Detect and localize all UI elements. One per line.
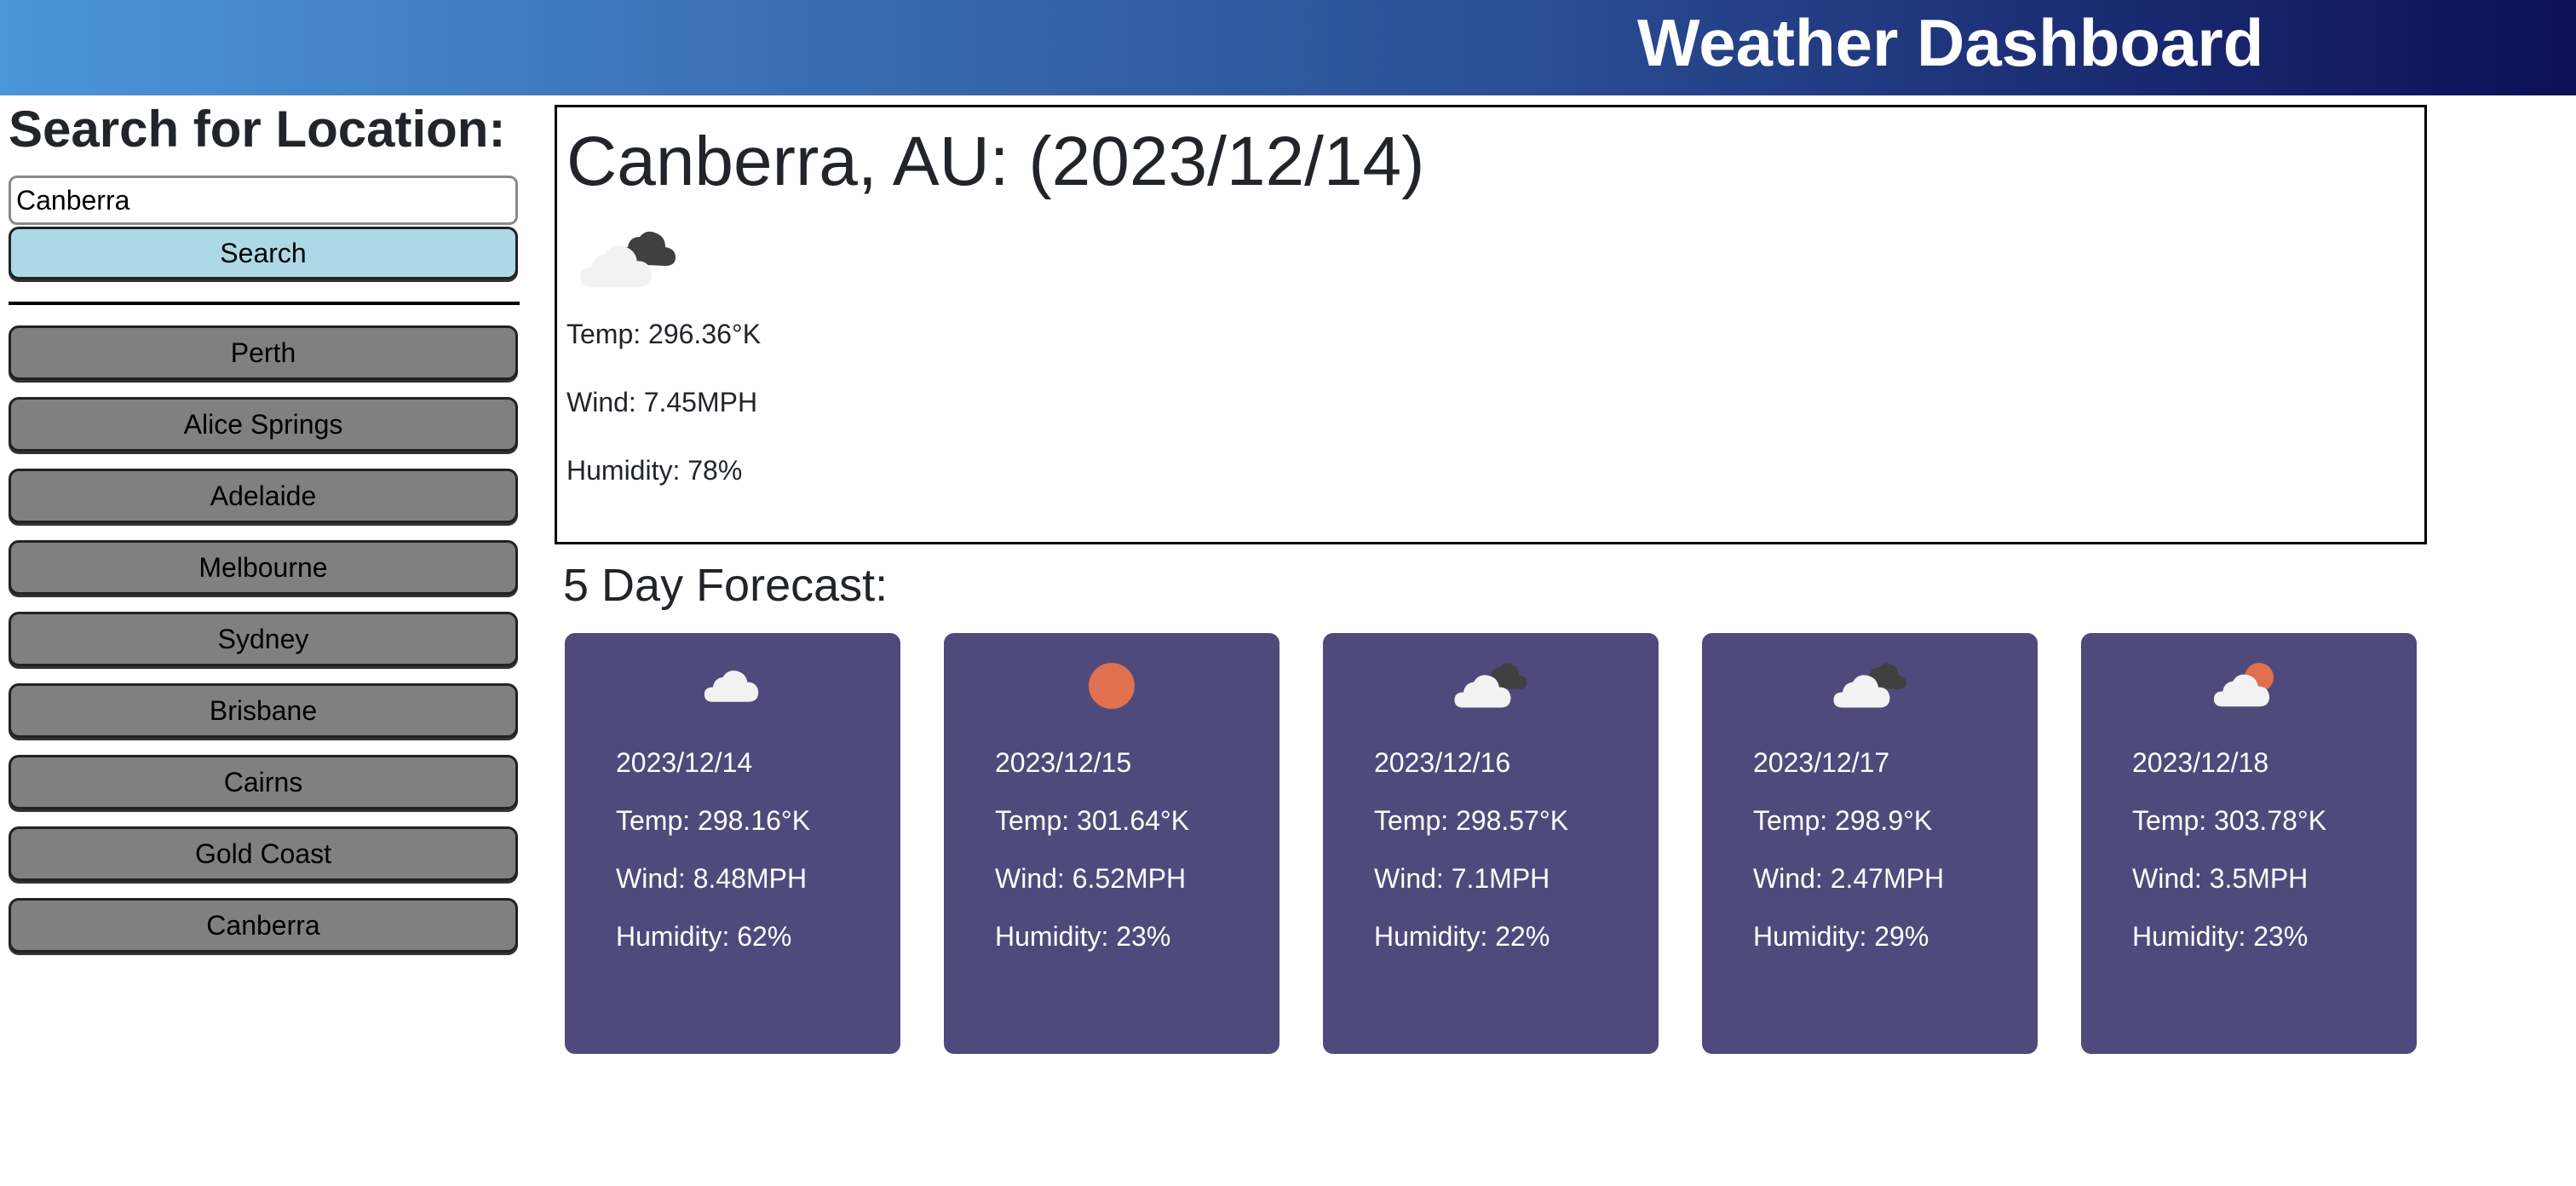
forecast-wind: Wind: 2.47MPH: [1753, 863, 1945, 894]
current-temp: Temp: 296.36°K: [566, 319, 762, 349]
broken-clouds-icon: [580, 231, 676, 287]
search-button[interactable]: Search: [9, 227, 518, 279]
history-button-alice-springs[interactable]: Alice Springs: [9, 397, 518, 452]
history-button-canberra[interactable]: Canberra: [9, 898, 518, 953]
forecast-heading: 5 Day Forecast:: [563, 560, 888, 611]
forecast-date: 2023/12/15: [995, 747, 1132, 778]
history-button-brisbane[interactable]: Brisbane: [9, 683, 518, 738]
forecast-temp: Temp: 298.16°K: [616, 805, 811, 836]
search-history: Perth Alice Springs Adelaide Melbourne S…: [9, 325, 520, 953]
forecast-humidity: Humidity: 22%: [1374, 921, 1550, 952]
divider: [9, 302, 520, 305]
current-humidity: Humidity: 78%: [566, 455, 743, 486]
sun-icon: [1089, 663, 1135, 709]
forecast-date: 2023/12/18: [2132, 747, 2269, 778]
partly-cloudy-icon: [2213, 663, 2274, 707]
forecast-wind: Wind: 7.1MPH: [1374, 863, 1550, 894]
search-heading: Search for Location:: [9, 101, 506, 158]
forecast-temp: Temp: 301.64°K: [995, 805, 1190, 836]
broken-clouds-icon: [1454, 663, 1527, 708]
forecast-card: 2023/12/18 Temp: 303.78°K Wind: 3.5MPH H…: [2081, 633, 2417, 1054]
forecast-date: 2023/12/14: [616, 747, 753, 778]
current-wind: Wind: 7.45MPH: [566, 387, 758, 417]
forecast-card: 2023/12/16 Temp: 298.57°K Wind: 7.1MPH H…: [1323, 633, 1659, 1054]
forecast-card: 2023/12/14 Temp: 298.16°K Wind: 8.48MPH …: [565, 633, 900, 1054]
forecast-date: 2023/12/17: [1753, 747, 1890, 778]
history-button-cairns[interactable]: Cairns: [9, 755, 518, 809]
search-input[interactable]: [9, 176, 518, 225]
forecast-date: 2023/12/16: [1374, 747, 1511, 778]
current-city-title: Canberra, AU: (2023/12/14): [566, 123, 1425, 200]
forecast-humidity: Humidity: 62%: [616, 921, 792, 952]
forecast-temp: Temp: 303.78°K: [2132, 805, 2327, 836]
forecast-wind: Wind: 8.48MPH: [616, 863, 808, 894]
history-button-melbourne[interactable]: Melbourne: [9, 540, 518, 595]
history-button-gold-coast[interactable]: Gold Coast: [9, 826, 518, 881]
forecast-card: 2023/12/17 Temp: 298.9°K Wind: 2.47MPH H…: [1702, 633, 2038, 1054]
history-button-adelaide[interactable]: Adelaide: [9, 469, 518, 523]
forecast-temp: Temp: 298.9°K: [1753, 805, 1933, 836]
history-button-perth[interactable]: Perth: [9, 325, 518, 380]
broken-clouds-icon: [1833, 663, 1906, 708]
history-button-sydney[interactable]: Sydney: [9, 612, 518, 666]
sidebar: Search for Location: Search Perth Alice …: [9, 97, 520, 970]
forecast-wind: Wind: 3.5MPH: [2132, 863, 2309, 894]
page-title: Weather Dashboard: [1637, 5, 2264, 80]
forecast-humidity: Humidity: 23%: [995, 921, 1171, 952]
forecast-card: 2023/12/15 Temp: 301.64°K Wind: 6.52MPH …: [944, 633, 1279, 1054]
forecast-temp: Temp: 298.57°K: [1374, 805, 1569, 836]
cloud-icon: [704, 671, 759, 702]
forecast-humidity: Humidity: 29%: [1753, 921, 1929, 952]
header-bar: Weather Dashboard: [0, 0, 2576, 95]
forecast-humidity: Humidity: 23%: [2132, 921, 2309, 952]
current-weather-panel: Canberra, AU: (2023/12/14) Temp: 296.36°…: [555, 105, 2427, 544]
forecast-wind: Wind: 6.52MPH: [995, 863, 1187, 894]
